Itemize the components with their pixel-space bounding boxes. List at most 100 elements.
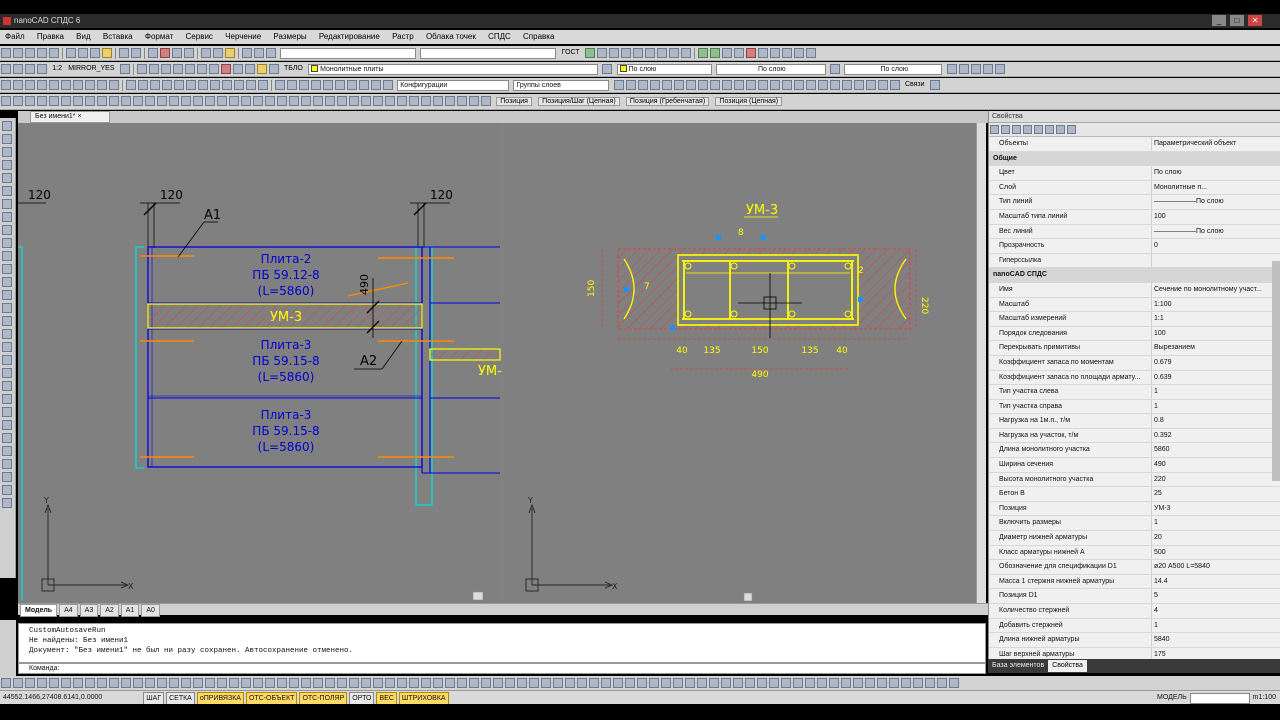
lg-9-icon[interactable] (709, 80, 720, 90)
menu-draw[interactable]: Черчение (220, 30, 266, 43)
m34-icon[interactable] (397, 96, 407, 106)
bt-25-icon[interactable] (289, 678, 299, 688)
menu-dimensions[interactable]: Размеры (268, 30, 311, 43)
leader-icon[interactable] (148, 64, 159, 74)
scale-icon[interactable] (150, 80, 160, 90)
bt-20-icon[interactable] (229, 678, 239, 688)
bt-57-icon[interactable] (673, 678, 683, 688)
bt-8-icon[interactable] (85, 678, 95, 688)
lt-15-icon[interactable] (2, 303, 12, 313)
spds-2-icon[interactable] (709, 48, 720, 58)
pan-icon[interactable] (148, 48, 158, 58)
table-icon[interactable] (608, 48, 619, 58)
fillet-icon[interactable] (222, 80, 232, 90)
spds-8-icon[interactable] (781, 48, 792, 58)
ellipse-icon[interactable] (73, 80, 83, 90)
tool-palette-icon[interactable] (225, 48, 235, 58)
lt-30-icon[interactable] (2, 498, 12, 508)
bt-78-icon[interactable] (925, 678, 935, 688)
help-icon[interactable] (242, 48, 252, 58)
bt-45-icon[interactable] (529, 678, 539, 688)
m27-icon[interactable] (313, 96, 323, 106)
bt-16-icon[interactable] (181, 678, 191, 688)
menu-pointclouds[interactable]: Облака точек (421, 30, 481, 43)
point-icon[interactable] (85, 80, 95, 90)
property-value[interactable]: 100 (1151, 326, 1269, 341)
lt-2-icon[interactable] (2, 134, 12, 144)
sheet-icon[interactable] (668, 48, 679, 58)
lt-11-icon[interactable] (2, 251, 12, 261)
offset-icon[interactable] (198, 80, 208, 90)
props-3-icon[interactable] (1012, 125, 1021, 134)
general-prop-row[interactable]: Прозрачность 0 (989, 239, 1280, 254)
lg-13-icon[interactable] (757, 80, 768, 90)
mtext-icon[interactable] (109, 80, 119, 90)
bt-29-icon[interactable] (337, 678, 347, 688)
position-button[interactable]: Позиция (496, 97, 532, 106)
lg-12-icon[interactable] (745, 80, 756, 90)
bt-10-icon[interactable] (109, 678, 119, 688)
m22-icon[interactable] (253, 96, 263, 106)
lt-27-icon[interactable] (2, 459, 12, 469)
property-value[interactable]: 25 (1151, 487, 1269, 501)
m8-icon[interactable] (85, 96, 95, 106)
linetype-combo[interactable]: По слою (715, 64, 826, 75)
tab-model[interactable]: Модель (20, 604, 58, 617)
props-7-icon[interactable] (1056, 125, 1065, 134)
bt-12-icon[interactable] (133, 678, 143, 688)
property-value[interactable]: 0.679 (1151, 355, 1269, 370)
bt-38-icon[interactable] (445, 678, 455, 688)
bt-15-icon[interactable] (169, 678, 179, 688)
slope-icon[interactable] (208, 64, 219, 74)
lg-11-icon[interactable] (733, 80, 744, 90)
fill2-icon[interactable] (268, 64, 279, 74)
m35-icon[interactable] (409, 96, 419, 106)
property-value[interactable]: 1:1 (1151, 312, 1269, 326)
m3-icon[interactable] (25, 96, 35, 106)
props-8-icon[interactable] (1067, 125, 1076, 134)
m16-icon[interactable] (181, 96, 191, 106)
minimize-button[interactable]: _ (1212, 15, 1226, 26)
bt-79-icon[interactable] (937, 678, 947, 688)
bt-35-icon[interactable] (409, 678, 419, 688)
hatch-toggle[interactable]: ШТРИХОВКА (398, 692, 449, 704)
m38-icon[interactable] (445, 96, 455, 106)
bt-9-icon[interactable] (97, 678, 107, 688)
fill-icon[interactable] (256, 64, 267, 74)
lt-20-icon[interactable] (2, 368, 12, 378)
osnap-7-icon[interactable] (347, 80, 357, 90)
wave-icon[interactable] (244, 64, 255, 74)
links-button[interactable]: Связи (905, 81, 925, 88)
layer-groups-combo[interactable]: Группы слоев (513, 80, 610, 91)
property-value[interactable]: Монолитные п... (1151, 180, 1269, 195)
tab-element-base[interactable]: База элементов (988, 660, 1048, 672)
osnap-1-icon[interactable] (275, 80, 285, 90)
property-value[interactable]: 5 (1151, 589, 1269, 604)
spds-text-icon[interactable] (13, 64, 23, 74)
bt-60-icon[interactable] (709, 678, 719, 688)
array-icon[interactable] (210, 80, 220, 90)
spds-prop-row[interactable]: Длина монолитного участка 5860 (989, 443, 1280, 459)
otrack-toggle[interactable]: ОТС-ОБЪЕКТ (245, 692, 298, 704)
menu-insert[interactable]: Вставка (98, 30, 138, 43)
menu-modify[interactable]: Редактирование (314, 30, 385, 43)
lg-18-icon[interactable] (817, 80, 828, 90)
stretch-icon[interactable] (162, 80, 172, 90)
property-value[interactable]: 490 (1151, 458, 1269, 472)
bt-58-icon[interactable] (685, 678, 695, 688)
save-icon[interactable] (25, 48, 35, 58)
spds-4-icon[interactable] (733, 48, 744, 58)
bt-70-icon[interactable] (829, 678, 839, 688)
lt-16-icon[interactable] (2, 316, 12, 326)
bt-67-icon[interactable] (793, 678, 803, 688)
menu-view[interactable]: Вид (71, 30, 95, 43)
zoom-prev-icon[interactable] (184, 48, 194, 58)
spline-icon[interactable] (61, 80, 71, 90)
lg-3-icon[interactable] (637, 80, 648, 90)
bt-28-icon[interactable] (325, 678, 335, 688)
arc-icon[interactable] (37, 80, 47, 90)
bt-69-icon[interactable] (817, 678, 827, 688)
bt-13-icon[interactable] (145, 678, 155, 688)
m12-icon[interactable] (133, 96, 143, 106)
lt-19-icon[interactable] (2, 355, 12, 365)
